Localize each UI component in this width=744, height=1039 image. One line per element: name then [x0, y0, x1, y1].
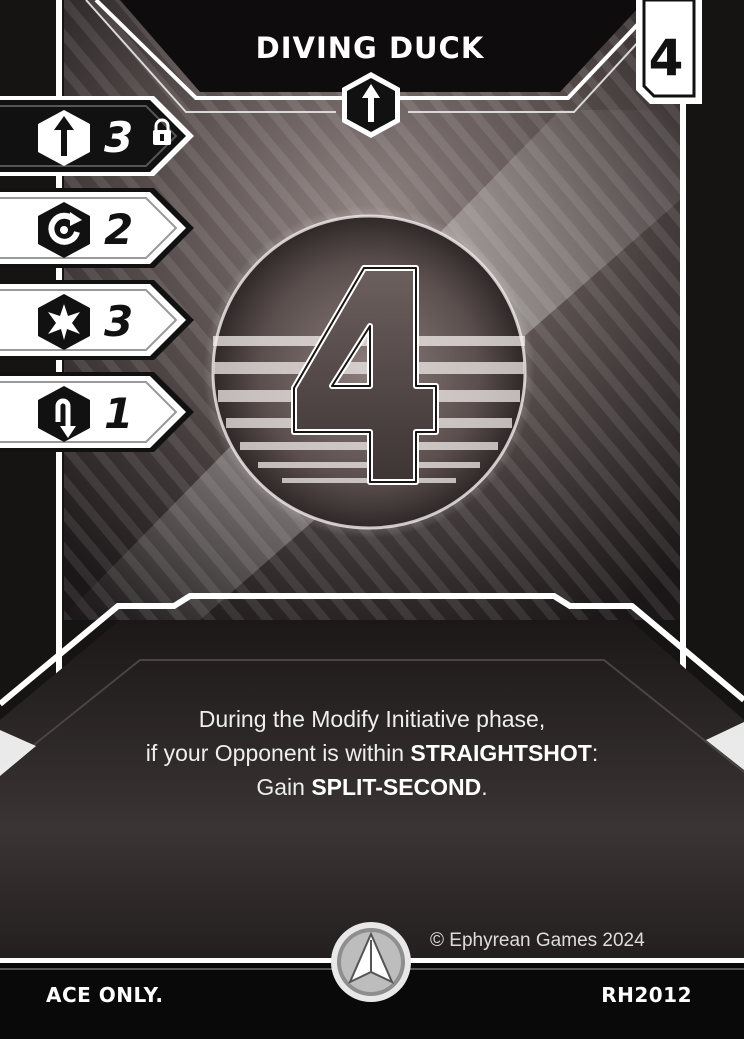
- corner-value: 4: [648, 29, 684, 87]
- arrow-down-hex-icon: [38, 386, 90, 442]
- ability-line-3: Gain SPLIT-SECOND.: [256, 774, 488, 800]
- stat-tab-bg: [0, 372, 194, 452]
- game-card: DIVING DUCK 4 3 2 3 1 During the Modify …: [0, 0, 744, 1039]
- stat-value: 2: [104, 205, 134, 254]
- ability-line-1: During the Modify Initiative phase,: [198, 706, 546, 732]
- stat-row-speed: 3: [0, 96, 200, 176]
- card-code: RH2012: [601, 983, 692, 1007]
- stat-tab-bg: [0, 280, 194, 360]
- arrow-up-hex-icon: [38, 110, 90, 166]
- ability-text: During the Modify Initiative phase, if y…: [60, 702, 684, 806]
- stat-value: 1: [104, 389, 134, 438]
- stat-value: 3: [104, 297, 134, 346]
- stat-value: 3: [104, 113, 134, 162]
- keyword-split-second: SPLIT-SECOND: [311, 774, 482, 800]
- lock-icon: [153, 118, 171, 145]
- burst-hex-icon: [38, 294, 90, 350]
- ability-line-2: if your Opponent is within STRAIGHTSHOT:: [145, 740, 599, 766]
- rotate-hex-icon: [38, 202, 90, 258]
- keyword-straightshot: STRAIGHTSHOT: [410, 740, 592, 766]
- card-title: DIVING DUCK: [255, 31, 485, 65]
- copyright-text: © Ephyrean Games 2024: [430, 930, 645, 951]
- stat-row-attack: 3: [0, 280, 200, 360]
- stat-row-maneuver: 2: [0, 188, 200, 268]
- footer-left-text: ACE ONLY.: [46, 983, 164, 1007]
- stat-row-defense: 1: [0, 372, 200, 452]
- stat-tab-bg: [0, 188, 194, 268]
- center-number-4: [291, 265, 439, 485]
- delta-emblem-icon: [330, 922, 412, 1004]
